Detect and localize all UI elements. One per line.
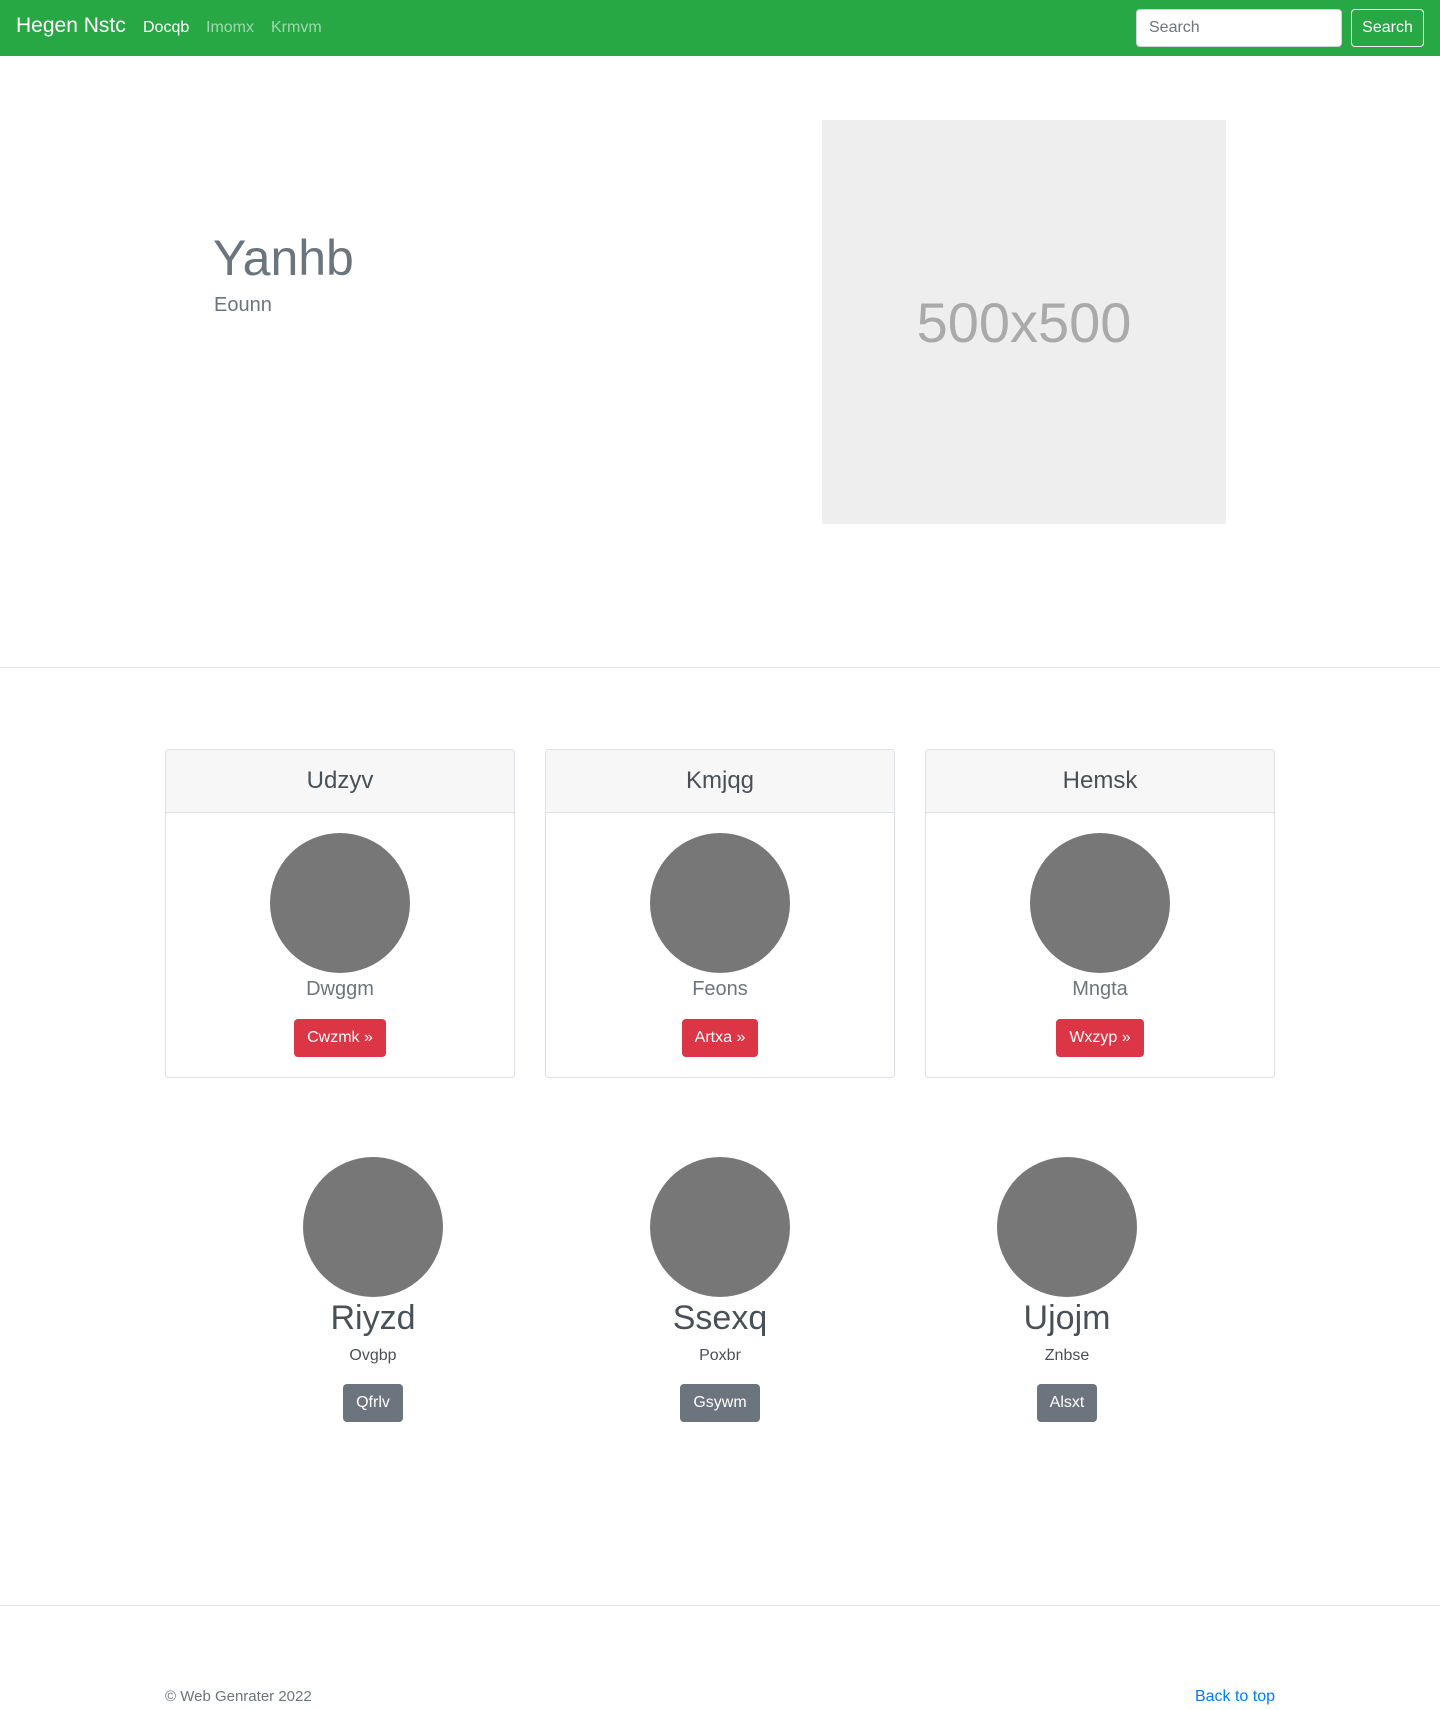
card-header: Kmjqg [546, 750, 894, 813]
search-input[interactable] [1136, 9, 1342, 47]
hero-placeholder-image: 500x500 [822, 120, 1226, 524]
placeholder-image-label: 500x500 [916, 290, 1132, 354]
card-avatar [1030, 833, 1170, 973]
card-name: Dwggm [306, 978, 374, 1000]
person-subtitle: Znbse [1044, 1347, 1090, 1364]
navbar: Hegen Nstc Docqb Imomx Krmvm Search [0, 0, 1440, 56]
person-item: Ujojm Znbse Alsxt [937, 1157, 1197, 1422]
person-name: Ssexq [672, 1299, 768, 1337]
card: Udzyv Dwggm Cwzmk » [165, 749, 515, 1078]
person-subtitle: Ovgbp [349, 1347, 397, 1364]
card-button[interactable]: Artxa » [681, 1019, 759, 1057]
person-subtitle: Poxbr [699, 1347, 741, 1364]
card-avatar [270, 833, 410, 973]
person-button[interactable]: Alsxt [1036, 1384, 1098, 1422]
person-button[interactable]: Gsywm [680, 1384, 760, 1422]
person-item: Ssexq Poxbr Gsywm [590, 1157, 850, 1422]
person-item: Riyzd Ovgbp Qfrlv [243, 1157, 503, 1422]
nav-link-docqb[interactable]: Docqb [143, 19, 189, 37]
section-divider [0, 667, 1440, 668]
card-name: Mngta [1072, 978, 1128, 1000]
card-avatar [650, 833, 790, 973]
person-avatar [303, 1157, 443, 1297]
hero-subtitle: Eounn [214, 294, 272, 316]
card: Kmjqg Feons Artxa » [545, 749, 895, 1078]
hero-title: Yanhb [213, 230, 354, 286]
brand-link[interactable]: Hegen Nstc [16, 14, 126, 38]
card-name: Feons [692, 978, 748, 1000]
person-avatar [650, 1157, 790, 1297]
footer-copyright: © Web Genrater 2022 [165, 1688, 312, 1705]
card-button[interactable]: Wxzyp » [1056, 1019, 1144, 1057]
card-button[interactable]: Cwzmk » [294, 1019, 386, 1057]
card: Hemsk Mngta Wxzyp » [925, 749, 1275, 1078]
back-to-top-link[interactable]: Back to top [1195, 1688, 1275, 1706]
nav-link-imomx[interactable]: Imomx [206, 19, 254, 37]
person-avatar [997, 1157, 1137, 1297]
person-name: Ujojm [1023, 1299, 1111, 1337]
footer-divider [0, 1605, 1440, 1606]
search-button[interactable]: Search [1351, 9, 1424, 47]
card-header: Hemsk [926, 750, 1274, 813]
person-button[interactable]: Qfrlv [343, 1384, 403, 1422]
card-header: Udzyv [166, 750, 514, 813]
person-name: Riyzd [330, 1299, 416, 1337]
nav-link-krmvm[interactable]: Krmvm [271, 19, 322, 37]
